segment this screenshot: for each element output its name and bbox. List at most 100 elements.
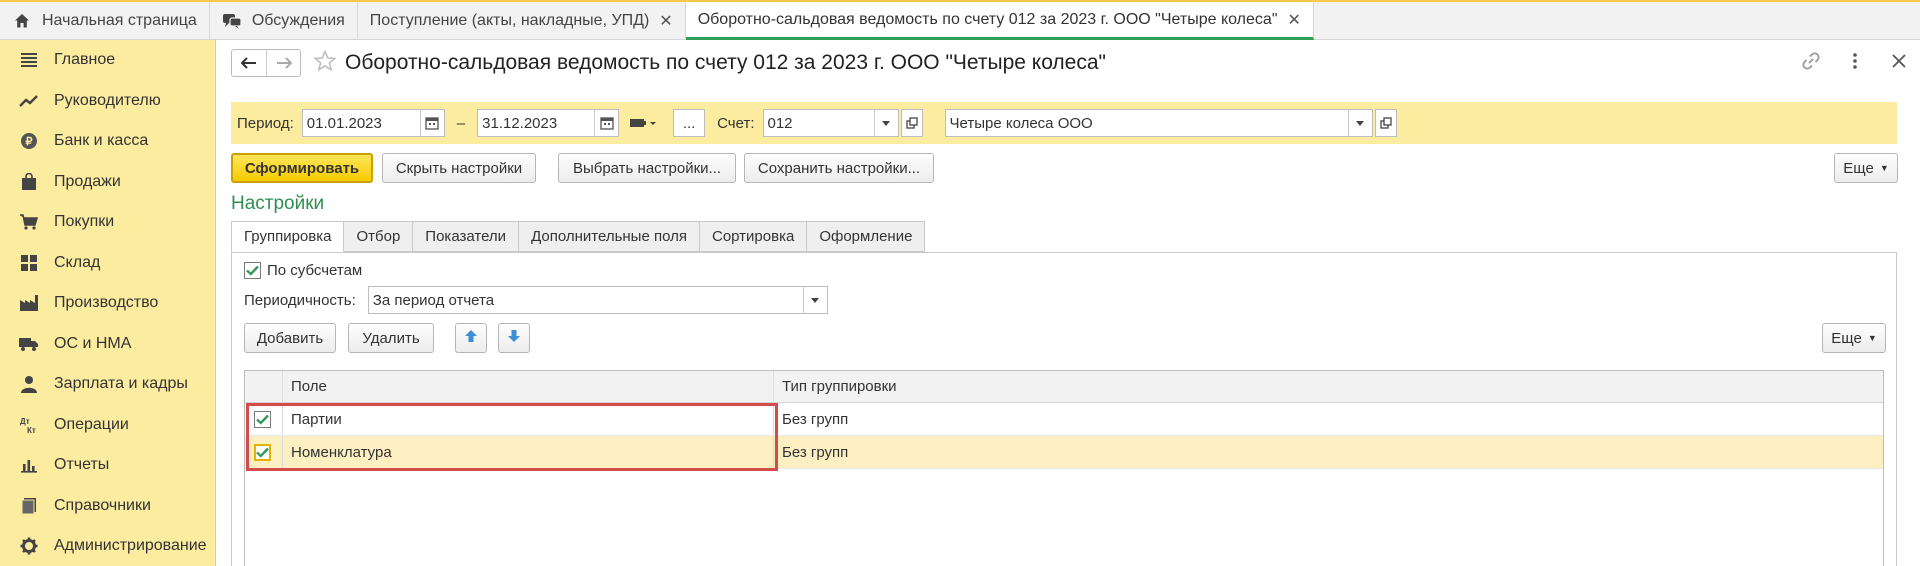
column-header-group-type[interactable]: Тип группировки	[774, 371, 1883, 402]
sidebar-item-bank[interactable]: ₽ Банк и касса	[0, 121, 215, 162]
hide-settings-button[interactable]: Скрыть настройки	[382, 153, 536, 183]
sidebar-item-warehouse[interactable]: Склад	[0, 243, 215, 284]
tab-label: Начальная страница	[42, 12, 197, 29]
coin-icon: ₽	[18, 130, 40, 152]
row-checkbox-cell	[245, 436, 283, 468]
tab-balance-sheet[interactable]: Оборотно-сальдовая ведомость по счету 01…	[685, 2, 1314, 40]
bag-icon	[18, 171, 40, 193]
tab-label: Поступление (акты, накладные, УПД)	[369, 12, 650, 29]
close-icon[interactable]: ✕	[659, 11, 672, 31]
sidebar-item-fixed-assets[interactable]: ОС и НМА	[0, 324, 215, 365]
arrow-up-icon	[464, 329, 478, 347]
date-dash: –	[456, 114, 466, 132]
periodicity-select[interactable]: За период отчета	[367, 286, 828, 314]
grid-more-button[interactable]: Еще ▼	[1822, 323, 1886, 353]
date-from-field[interactable]: 01.01.2023	[301, 109, 445, 137]
sidebar-item-label: Руководителю	[54, 91, 161, 109]
sidebar-item-reports[interactable]: Отчеты	[0, 445, 215, 486]
forward-button[interactable]	[266, 50, 300, 76]
group-type-cell: Без групп	[782, 443, 849, 461]
check-column-header	[245, 371, 283, 402]
link-icon[interactable]	[1800, 50, 1822, 72]
subaccounts-checkbox[interactable]	[244, 262, 261, 279]
more-vertical-icon[interactable]	[1844, 50, 1866, 72]
sidebar-item-administration[interactable]: Администрирование	[0, 526, 215, 566]
sidebar-item-manager[interactable]: Руководителю	[0, 81, 215, 122]
organization-field[interactable]: Четыре колеса ООО	[944, 109, 1373, 137]
sidebar-item-label: Отчеты	[54, 456, 110, 474]
trend-icon	[18, 90, 40, 112]
date-to-field[interactable]: 31.12.2023	[477, 109, 620, 137]
open-account-button[interactable]	[900, 109, 923, 137]
factory-icon	[18, 292, 40, 314]
row-checkbox[interactable]	[254, 410, 271, 428]
account-field[interactable]: 012	[762, 109, 899, 137]
arrow-down-icon	[507, 329, 521, 347]
tab-formatting[interactable]: Оформление	[807, 221, 926, 252]
back-button[interactable]	[232, 50, 266, 76]
sidebar-item-operations[interactable]: Дт Кт Операции	[0, 405, 215, 446]
tab-home[interactable]: Начальная страница	[0, 2, 210, 40]
grouping-table: Поле Тип группировки Партии Без групп Но…	[244, 370, 1884, 566]
group-type-cell: Без групп	[782, 410, 849, 428]
save-settings-label: Сохранить настройки...	[757, 159, 921, 177]
table-row[interactable]: Партии Без групп	[245, 403, 1883, 436]
choose-settings-button[interactable]: Выбрать настройки...	[558, 153, 736, 183]
sidebar-item-label: Зарплата и кадры	[54, 375, 188, 393]
grouping-panel: По субсчетам Периодичность: За период от…	[231, 252, 1897, 566]
period-presets-icon[interactable]	[629, 117, 659, 129]
generate-button[interactable]: Сформировать	[231, 153, 373, 183]
choose-settings-label: Выбрать настройки...	[572, 159, 722, 177]
row-checkbox-cell	[245, 403, 283, 435]
sidebar-item-salary[interactable]: Зарплата и кадры	[0, 364, 215, 405]
svg-text:Дт: Дт	[20, 417, 30, 426]
tab-filter[interactable]: Отбор	[344, 221, 414, 252]
column-header-field[interactable]: Поле	[283, 371, 774, 402]
table-row[interactable]: Номенклатура Без групп	[245, 436, 1883, 469]
move-up-button[interactable]	[455, 323, 487, 353]
chevron-down-icon[interactable]	[873, 110, 898, 136]
add-button[interactable]: Добавить	[244, 323, 336, 353]
sidebar-item-label: Операции	[54, 415, 129, 433]
row-checkbox[interactable]	[254, 443, 271, 461]
sidebar-item-label: Справочники	[54, 496, 151, 514]
calendar-icon[interactable]	[594, 110, 618, 136]
sidebar-item-label: Банк и касса	[54, 132, 149, 150]
calendar-icon[interactable]	[419, 110, 444, 136]
tab-indicators[interactable]: Показатели	[413, 221, 520, 252]
tab-sorting[interactable]: Сортировка	[699, 221, 808, 252]
period-more-button[interactable]: ...	[673, 109, 706, 137]
sidebar-item-sales[interactable]: Продажи	[0, 162, 215, 203]
field-cell: Партии	[283, 403, 774, 435]
close-icon[interactable]	[1888, 50, 1910, 72]
main-area: Оборотно-сальдовая ведомость по счету 01…	[217, 40, 1920, 566]
sidebar-item-label: Производство	[54, 294, 159, 312]
sidebar-item-purchases[interactable]: Покупки	[0, 202, 215, 243]
tab-discussions[interactable]: Обсуждения	[210, 2, 358, 40]
page-title: Оборотно-сальдовая ведомость по счету 01…	[345, 51, 1106, 74]
sidebar-item-production[interactable]: Производство	[0, 283, 215, 324]
move-down-button[interactable]	[498, 323, 530, 353]
tab-additional-fields[interactable]: Дополнительные поля	[519, 221, 700, 252]
more-button[interactable]: Еще ▼	[1834, 153, 1898, 183]
account-value: 012	[767, 114, 793, 132]
tab-grouping[interactable]: Группировка	[231, 221, 345, 252]
save-settings-button[interactable]: Сохранить настройки...	[744, 153, 934, 183]
hide-settings-label: Скрыть настройки	[395, 159, 523, 177]
sidebar-item-main[interactable]: Главное	[0, 40, 215, 81]
open-organization-button[interactable]	[1374, 109, 1397, 137]
chevron-down-icon[interactable]	[802, 287, 827, 313]
chevron-down-icon[interactable]	[1347, 110, 1372, 136]
sidebar-item-label: Продажи	[54, 172, 121, 190]
warehouse-icon	[18, 252, 40, 274]
gear-icon	[18, 535, 40, 557]
tab-label: Обсуждения	[251, 12, 345, 29]
sidebar-item-directories[interactable]: Справочники	[0, 486, 215, 527]
chevron-down-icon: ▼	[1879, 163, 1889, 173]
tab-receipts[interactable]: Поступление (акты, накладные, УПД) ✕	[358, 2, 686, 40]
home-icon	[12, 11, 32, 31]
delete-button[interactable]: Удалить	[348, 323, 434, 353]
close-icon[interactable]: ✕	[1288, 10, 1301, 30]
date-to-value: 31.12.2023	[482, 114, 558, 132]
star-icon[interactable]	[313, 49, 337, 76]
